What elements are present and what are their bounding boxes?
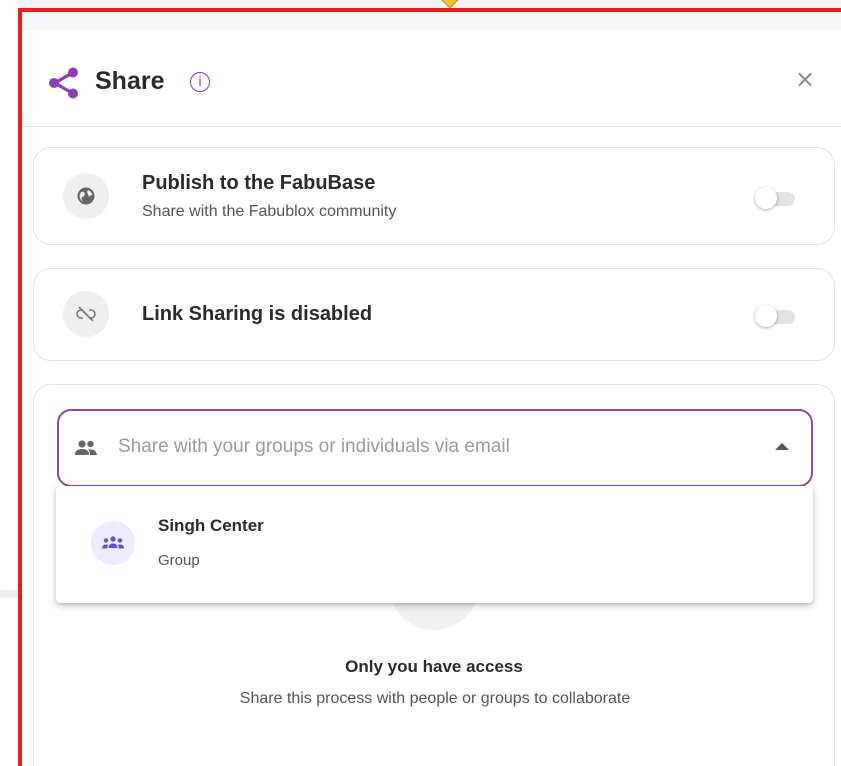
info-icon[interactable]: i [190,72,210,92]
close-icon[interactable]: × [792,66,818,92]
group-avatar [91,521,135,565]
link-off-icon [76,306,96,322]
share-dropdown-menu: Singh Center Group [56,486,813,603]
publish-card: Publish to the FabuBase Share with the F… [33,147,835,245]
publish-title: Publish to the FabuBase [142,172,376,194]
panel-title: Share [95,67,165,95]
background-divider [0,590,18,598]
panel-top-strip [22,12,841,30]
dropdown-option-name: Singh Center [158,516,264,535]
chevron-up-icon[interactable] [775,443,789,450]
link-sharing-title: Link Sharing is disabled [142,303,373,325]
share-panel: Share i × Publish to the FabuBase Share … [18,8,841,766]
empty-state-subtitle: Share this process with people or groups… [239,690,631,707]
share-search-placeholder: Share with your groups or individuals vi… [118,436,510,457]
share-search-input[interactable]: Share with your groups or individuals vi… [57,409,813,487]
people-icon [75,440,97,455]
group-icon [102,536,124,549]
link-sharing-card: Link Sharing is disabled [33,268,835,361]
share-icon [49,67,78,99]
publish-icon-circle [63,173,109,219]
share-header: Share i × [22,30,841,127]
empty-state-title: Only you have access [345,657,523,676]
link-icon-circle [63,291,109,337]
publish-toggle[interactable] [755,187,799,209]
publish-toggle-knob [755,187,777,209]
link-sharing-toggle-knob [755,305,777,327]
dropdown-option-type: Group [158,552,200,569]
link-sharing-toggle[interactable] [755,305,799,327]
publish-subtitle: Share with the Fabublox community [142,203,397,220]
globe-icon [77,187,95,205]
background-left [0,0,18,766]
